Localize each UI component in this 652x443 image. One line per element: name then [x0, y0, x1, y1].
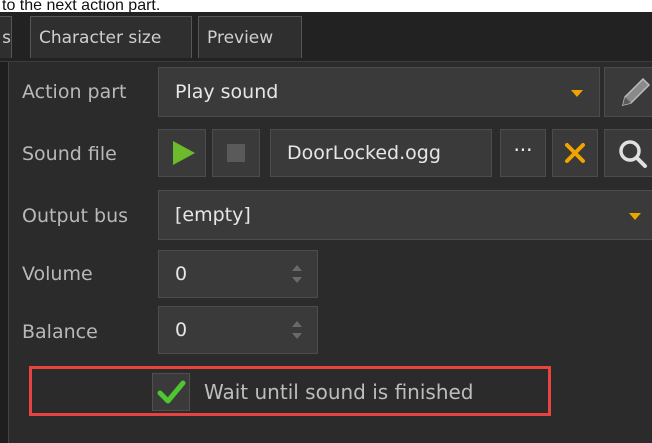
volume-value: 0 — [175, 263, 188, 285]
tab-bar: s Character size Preview — [0, 12, 652, 62]
spin-up-icon[interactable] — [292, 265, 302, 271]
sound-file-field[interactable]: DoorLocked.ogg — [270, 129, 492, 177]
action-part-label: Action part — [22, 81, 127, 103]
spin-down-icon[interactable] — [292, 333, 302, 339]
sound-file-value: DoorLocked.ogg — [287, 142, 441, 164]
play-button[interactable] — [158, 129, 206, 177]
clear-icon — [565, 143, 585, 163]
search-icon — [619, 140, 647, 168]
sound-file-label: Sound file — [22, 143, 117, 165]
chevron-down-icon — [571, 90, 583, 97]
balance-label: Balance — [22, 321, 98, 343]
pencil-icon — [621, 77, 651, 107]
spin-up-icon[interactable] — [292, 321, 302, 327]
play-icon — [173, 141, 195, 165]
chevron-down-icon — [629, 213, 641, 220]
clear-button[interactable] — [552, 129, 598, 177]
tab-character-size[interactable]: Character size — [30, 16, 192, 58]
tab-partial[interactable]: s — [0, 16, 12, 58]
edit-button[interactable] — [604, 67, 652, 117]
balance-value: 0 — [175, 319, 188, 341]
tab-preview-label: Preview — [207, 28, 274, 48]
stop-icon — [227, 144, 245, 162]
browse-label: ··· — [513, 138, 533, 162]
action-part-value: Play sound — [175, 81, 279, 103]
search-button[interactable] — [604, 129, 652, 177]
output-bus-label: Output bus — [22, 205, 129, 227]
action-part-dropdown[interactable]: Play sound — [158, 67, 600, 117]
wait-until-finished-label[interactable]: Wait until sound is finished — [204, 380, 474, 404]
stop-button[interactable] — [212, 129, 260, 177]
wait-until-finished-checkbox[interactable] — [152, 373, 190, 411]
page-caption: to the next action part. — [0, 0, 652, 12]
tab-partial-label: s — [2, 28, 11, 48]
caption-text: to the next action part. — [2, 0, 161, 12]
volume-spinbox[interactable]: 0 — [158, 250, 318, 298]
tab-character-size-label: Character size — [39, 28, 162, 48]
checkmark-icon — [157, 380, 186, 404]
output-bus-dropdown[interactable]: [empty] — [158, 190, 652, 240]
action-part-panel: Action part Play sound Sound file DoorLo… — [0, 62, 652, 443]
balance-spinbox[interactable]: 0 — [158, 306, 318, 354]
tab-preview[interactable]: Preview — [198, 16, 302, 58]
browse-button[interactable]: ··· — [500, 129, 546, 177]
output-bus-value: [empty] — [175, 204, 251, 226]
panel-left-edge — [0, 62, 9, 443]
volume-label: Volume — [22, 263, 93, 285]
spin-down-icon[interactable] — [292, 277, 302, 283]
